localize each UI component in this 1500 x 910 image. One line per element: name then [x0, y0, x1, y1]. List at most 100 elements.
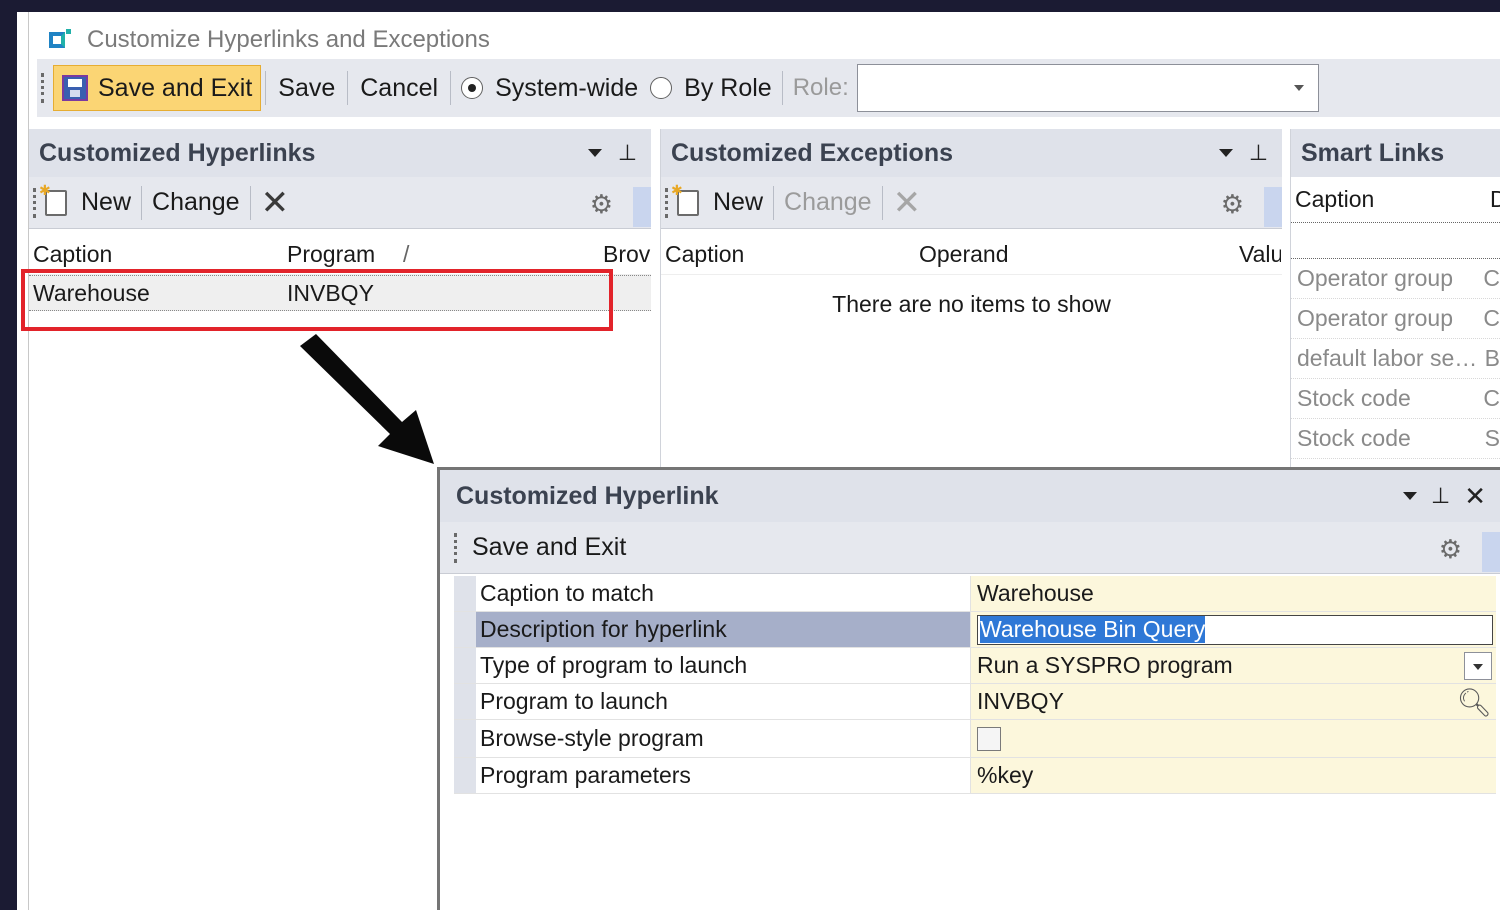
toolbar-separator [249, 185, 251, 220]
main-toolbar: Save and Exit Save Cancel System-wide By… [37, 59, 1500, 117]
toolbar-grip[interactable] [41, 73, 45, 103]
smart-links-panel-header: Smart Links [1291, 129, 1500, 177]
by-role-label: By Role [684, 73, 772, 102]
highlight-box [21, 269, 613, 331]
column-browse[interactable]: Brov [599, 241, 651, 268]
arrow-annotation [300, 334, 434, 464]
smart-links-filter-row[interactable] [1291, 223, 1500, 259]
hyperlinks-panel-title: Customized Hyperlinks [39, 138, 316, 167]
change-exception-button[interactable]: Change [778, 188, 878, 217]
new-exception-button[interactable]: New [707, 188, 769, 217]
change-hyperlink-button[interactable]: Change [146, 188, 246, 217]
column-operand[interactable]: Operand [915, 241, 1235, 268]
list-item[interactable]: Operator group C [1291, 299, 1500, 339]
gear-icon[interactable]: ⚙ [1439, 534, 1462, 565]
column-caption[interactable]: Caption [29, 241, 283, 268]
caption-to-match-field[interactable]: Warehouse [971, 576, 1496, 611]
system-wide-label: System-wide [495, 73, 639, 102]
exceptions-panel-header: Customized Exceptions ⊥ [661, 129, 1282, 177]
new-hyperlink-button[interactable]: New [75, 188, 137, 217]
list-item[interactable]: Stock code C [1291, 379, 1500, 419]
toolbar-grip[interactable] [665, 187, 669, 218]
hyperlinks-panel-header: Customized Hyperlinks ⊥ [29, 129, 651, 177]
property-row[interactable]: Caption to match Warehouse [454, 576, 1496, 612]
gear-icon[interactable]: ⚙ [590, 189, 613, 220]
toolbar-separator [773, 185, 775, 220]
column-value[interactable]: Valu [1235, 241, 1281, 268]
column-caption[interactable]: Caption [1291, 186, 1486, 213]
description-input[interactable]: Warehouse Bin Query [977, 614, 1493, 645]
gear-icon[interactable]: ⚙ [1221, 189, 1244, 220]
dropdown-arrow-icon[interactable] [1464, 652, 1492, 680]
browse-style-cell [971, 720, 1496, 757]
close-icon[interactable]: ✕ [1464, 481, 1486, 512]
empty-message: There are no items to show [832, 291, 1111, 317]
browse-style-checkbox[interactable] [977, 726, 1001, 751]
new-document-icon[interactable] [39, 182, 67, 216]
property-row[interactable]: Program parameters %key [454, 758, 1496, 794]
property-name: Program parameters [476, 758, 971, 793]
column-program[interactable]: Program [283, 241, 399, 268]
cancel-button[interactable]: Cancel [352, 65, 446, 111]
delete-icon[interactable]: ✕ [887, 186, 928, 220]
smart-link-caption: Operator group [1297, 305, 1453, 331]
row-gutter [454, 684, 476, 719]
smart-link-next: S [1484, 425, 1500, 451]
system-wide-radio[interactable]: System-wide [455, 74, 644, 103]
exceptions-panel-title: Customized Exceptions [671, 138, 953, 167]
dialog-save-and-exit-button[interactable]: Save and Exit [466, 533, 632, 562]
list-item[interactable]: Operator group C [1291, 259, 1500, 299]
background-window-edge [17, 12, 29, 910]
property-name: Type of program to launch [476, 648, 971, 683]
customized-hyperlink-dialog: Customized Hyperlink ⊥ ✕ Save and Exit ⚙… [437, 467, 1500, 910]
toolbar-overflow[interactable] [633, 187, 651, 227]
property-row[interactable]: Browse-style program [454, 720, 1496, 758]
toolbar-grip[interactable] [454, 532, 458, 563]
dialog-header: Customized Hyperlink ⊥ ✕ [440, 470, 1500, 522]
pin-icon[interactable]: ⊥ [618, 142, 637, 164]
save-label: Save [278, 73, 336, 102]
column-caption[interactable]: Caption [661, 241, 915, 268]
new-document-icon[interactable] [671, 182, 699, 216]
toolbar-grip[interactable] [33, 187, 37, 218]
panel-menu-icon[interactable] [1218, 149, 1233, 157]
property-row[interactable]: Description for hyperlink Warehouse Bin … [454, 612, 1496, 648]
list-item[interactable]: Stock code S [1291, 419, 1500, 459]
smart-links-grid-header: Caption D [1291, 177, 1500, 223]
delete-icon[interactable]: ✕ [255, 186, 296, 220]
property-grid: Caption to match Warehouse Description f… [454, 576, 1496, 794]
smart-links-panel-title: Smart Links [1301, 138, 1445, 167]
program-type-value: Run a SYSPRO program [977, 652, 1233, 678]
role-dropdown[interactable] [856, 64, 1319, 112]
pin-icon[interactable]: ⊥ [1249, 142, 1268, 164]
row-gutter [454, 758, 476, 793]
by-role-radio[interactable]: By Role [644, 74, 778, 103]
program-parameters-field[interactable]: %key [971, 758, 1496, 793]
toolbar-separator [347, 71, 349, 105]
pin-icon[interactable]: ⊥ [1431, 485, 1450, 507]
panel-menu-icon[interactable] [587, 149, 602, 157]
toolbar-overflow[interactable] [1482, 532, 1500, 572]
program-to-launch-field[interactable]: INVBQY 🔍︎ [971, 684, 1496, 719]
property-name: Browse-style program [476, 720, 971, 757]
property-name: Program to launch [476, 684, 971, 719]
dialog-toolbar: Save and Exit ⚙ [440, 522, 1500, 574]
program-type-select[interactable]: Run a SYSPRO program [971, 648, 1496, 683]
save-and-exit-button[interactable]: Save and Exit [53, 65, 262, 111]
panel-menu-icon[interactable] [1403, 492, 1418, 500]
property-name: Caption to match [476, 576, 971, 611]
dialog-title: Customized Hyperlink [456, 481, 719, 510]
save-and-exit-label: Save and Exit [98, 73, 253, 102]
toolbar-overflow[interactable] [1264, 187, 1282, 227]
smart-link-next: B [1484, 345, 1500, 371]
property-row[interactable]: Type of program to launch Run a SYSPRO p… [454, 648, 1496, 684]
save-button[interactable]: Save [270, 65, 343, 111]
exceptions-grid-header: Caption Operand Valu [661, 229, 1282, 275]
list-item[interactable]: default labor se… B [1291, 339, 1500, 379]
column-d[interactable]: D [1486, 186, 1500, 213]
smart-link-caption: Stock code [1297, 385, 1411, 411]
property-row[interactable]: Program to launch INVBQY 🔍︎ [454, 684, 1496, 720]
window-title: Customize Hyperlinks and Exceptions [87, 26, 490, 53]
exceptions-panel: Customized Exceptions ⊥ New Change ✕ ⚙ C… [660, 129, 1282, 479]
search-icon[interactable]: 🔍︎ [1456, 686, 1492, 719]
